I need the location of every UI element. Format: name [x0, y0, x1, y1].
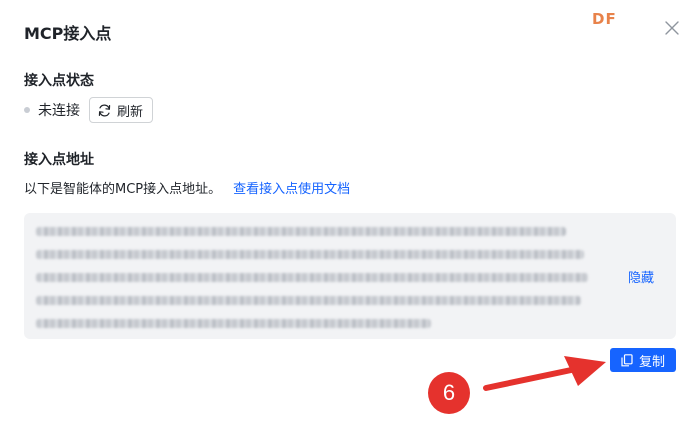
copy-button[interactable]: 复制 [610, 348, 676, 372]
address-box: 隐藏 [24, 213, 676, 339]
refresh-button[interactable]: 刷新 [89, 97, 154, 123]
dialog-title: MCP接入点 [24, 24, 112, 43]
refresh-icon [98, 104, 111, 116]
mcp-dialog: MCP接入点 DF 接入点状态 未连接 刷新 接入点地址 以下是智能体的MCP接… [0, 0, 700, 432]
status-section-label: 接入点状态 [24, 73, 94, 89]
blurred-address [36, 227, 588, 342]
close-icon[interactable] [662, 18, 682, 38]
brand-watermark: DF [592, 10, 617, 28]
status-dot [24, 107, 30, 113]
doc-link[interactable]: 查看接入点使用文档 [233, 178, 350, 197]
address-description: 以下是智能体的MCP接入点地址。 查看接入点使用文档 [24, 178, 350, 197]
description-text: 以下是智能体的MCP接入点地址。 [24, 182, 222, 197]
copy-label: 复制 [638, 354, 665, 370]
status-row: 未连接 刷新 [24, 97, 154, 123]
annotation-step-badge: 6 [428, 372, 470, 414]
status-text: 未连接 [38, 103, 80, 119]
hide-address-button[interactable]: 隐藏 [628, 267, 654, 286]
refresh-label: 刷新 [117, 104, 144, 120]
address-section-label: 接入点地址 [24, 152, 94, 168]
annotation-arrow [483, 356, 606, 391]
copy-icon [621, 353, 633, 366]
